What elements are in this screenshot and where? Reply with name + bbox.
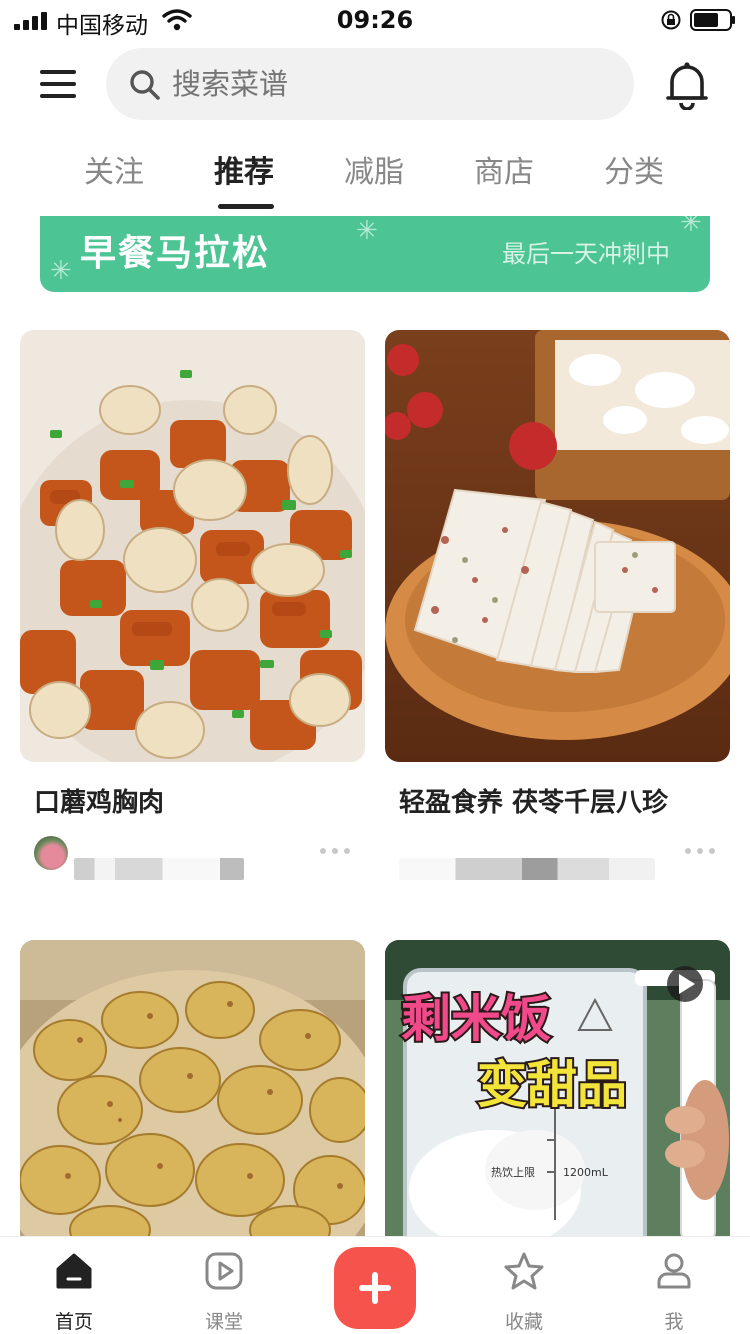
tab-store[interactable]: 商店	[444, 148, 564, 204]
recipe-image-roasted-potatoes[interactable]	[20, 940, 365, 1236]
menu-icon[interactable]	[38, 66, 78, 102]
author-name-blurred	[399, 858, 655, 880]
tab-classroom-label: 课堂	[204, 1311, 243, 1333]
recipe-title[interactable]: 轻盈食养 茯苓千层八珍	[399, 782, 668, 819]
tab-category[interactable]: 分类	[574, 148, 694, 204]
recipe-card[interactable]: 轻盈食养 茯苓千层八珍	[385, 330, 730, 890]
star-icon	[504, 1252, 544, 1290]
status-bar: 中国移动 09:26	[0, 0, 750, 40]
overlay-text-line1: 剩米饭	[401, 990, 551, 1048]
tab-favorites[interactable]: 收藏	[474, 1237, 574, 1334]
tab-follow[interactable]: 关注	[54, 148, 174, 204]
recipe-card[interactable]: 口蘑鸡胸肉	[20, 330, 365, 890]
jar-label-hot: 热饮上限	[491, 1166, 535, 1179]
category-tabs: 关注 推荐 减脂 商店 分类	[0, 148, 750, 212]
sparkle-icon: ✳	[680, 216, 702, 238]
more-icon[interactable]	[320, 846, 352, 856]
play-icon	[205, 1252, 243, 1290]
avatar[interactable]	[34, 836, 68, 870]
tab-fat-loss[interactable]: 减脂	[314, 148, 434, 204]
more-icon[interactable]	[685, 846, 717, 856]
tab-home[interactable]: 首页	[24, 1237, 124, 1334]
recipe-image-layered-cake[interactable]	[385, 330, 730, 762]
recipe-image-blender-rice[interactable]: 剩米饭 变甜品 热饮上限 1200mL	[385, 940, 730, 1236]
search-input[interactable]	[172, 48, 612, 120]
sparkle-icon: ✳	[50, 256, 72, 286]
search-icon	[130, 70, 160, 100]
tab-recommend[interactable]: 推荐	[184, 148, 304, 204]
bottom-tab-bar: 首页 课堂 收藏 我	[0, 1236, 750, 1334]
tab-me[interactable]: 我	[624, 1237, 724, 1334]
sparkle-icon: ✳	[356, 216, 378, 246]
tab-home-label: 首页	[54, 1311, 93, 1333]
person-icon	[657, 1253, 691, 1289]
banner-title: 早餐马拉松	[80, 233, 271, 274]
status-time: 09:26	[336, 6, 414, 34]
recipe-card[interactable]: 剩米饭 变甜品 热饮上限 1200mL	[385, 940, 730, 1236]
overlay-text-line2: 变甜品	[477, 1056, 627, 1114]
rotation-lock-icon	[661, 10, 681, 30]
promo-banner[interactable]: ✳ ✳ ✳ 早餐马拉松 最后一天冲刺中	[40, 216, 710, 292]
search-bar[interactable]	[106, 48, 634, 120]
battery-icon	[690, 9, 735, 31]
recipe-card[interactable]	[20, 940, 365, 1236]
home-icon	[56, 1253, 92, 1289]
author-name-blurred	[74, 858, 244, 880]
recipe-title[interactable]: 口蘑鸡胸肉	[34, 782, 164, 819]
add-button[interactable]	[334, 1247, 416, 1329]
tab-favorites-label: 收藏	[504, 1311, 543, 1333]
recipe-image-chicken-mushroom[interactable]	[20, 330, 365, 762]
active-tab-indicator	[218, 204, 274, 209]
banner-subtitle: 最后一天冲刺中	[502, 240, 670, 268]
jar-label-volume: 1200mL	[563, 1166, 609, 1179]
tab-classroom[interactable]: 课堂	[174, 1237, 274, 1334]
tab-me-label: 我	[664, 1311, 684, 1333]
bell-icon[interactable]	[664, 60, 710, 110]
